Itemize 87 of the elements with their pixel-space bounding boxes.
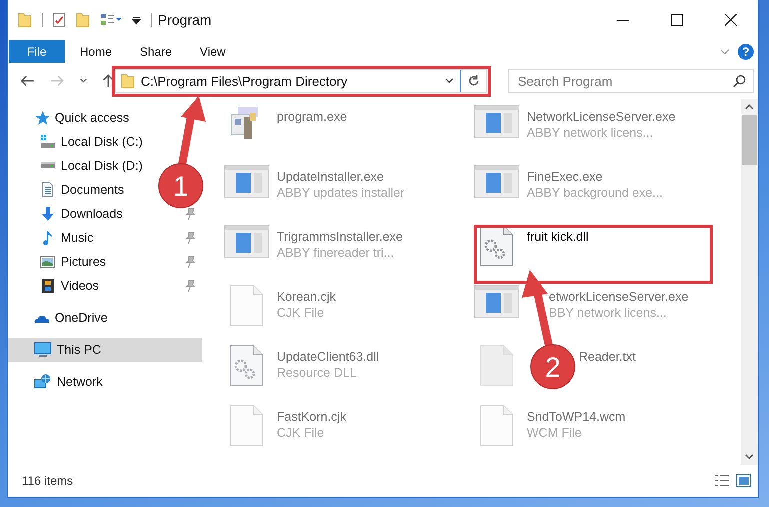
file-name[interactable]: fruit kick.dll [527, 229, 589, 245]
nav-item[interactable]: This PC [8, 338, 202, 362]
application-icon [224, 225, 270, 259]
application-icon [474, 165, 520, 199]
maximize-icon[interactable] [671, 14, 683, 26]
nav-item[interactable]: Music [8, 226, 202, 250]
drive-icon [40, 134, 56, 150]
address-bar[interactable]: C:\Program Files\Program Directory [115, 69, 487, 93]
item-count: 116 items [22, 474, 74, 488]
application-icon [224, 165, 270, 199]
file-name[interactable]: FastKorn.cjk [277, 409, 346, 425]
search-field[interactable]: Search Program [508, 69, 754, 93]
nav-item[interactable]: Local Disk (C:) [8, 130, 149, 154]
picture-icon [40, 254, 56, 270]
film-icon [40, 278, 56, 294]
scroll-down-icon[interactable] [745, 452, 754, 461]
nav-item[interactable]: Network [8, 370, 109, 394]
file-icon [230, 285, 264, 327]
properties-icon[interactable] [100, 13, 122, 27]
nav-item[interactable]: OneDrive [8, 306, 114, 330]
number-badge: 1 [158, 164, 204, 208]
drive-icon [40, 162, 56, 169]
application-icon [474, 105, 520, 139]
close-icon[interactable] [725, 14, 737, 26]
file-description: CJK File [277, 305, 326, 321]
scroll-up-icon[interactable] [745, 103, 754, 112]
pin-icon[interactable] [186, 280, 196, 292]
file-name[interactable]: etworkLicenseServer.exe [549, 289, 689, 305]
file-description: CJK File [277, 425, 326, 441]
up-icon[interactable] [102, 73, 115, 89]
recent-caret-icon[interactable] [80, 78, 88, 84]
pin-icon[interactable] [186, 208, 196, 220]
help-button[interactable]: ? [738, 44, 754, 60]
file-name[interactable]: UpdateClient63.dll [277, 349, 380, 365]
file-name[interactable]: program.exe [277, 109, 348, 125]
folder-icon [121, 73, 135, 89]
file-description: ABBY network licens... [527, 125, 654, 141]
scroll-thumb[interactable] [742, 115, 757, 165]
expand-ribbon-icon[interactable] [720, 48, 730, 54]
number-badge: 2 [530, 344, 576, 390]
pin-icon[interactable] [186, 232, 196, 244]
nav-item[interactable]: Videos [8, 274, 202, 298]
ribbon-tab[interactable]: Share [126, 40, 186, 63]
file-description: BBY network licens... [549, 305, 668, 321]
nav-item[interactable]: Pictures [8, 250, 202, 274]
file-name[interactable]: TrigrammsInstaller.exe [277, 229, 403, 245]
monitor-icon [34, 342, 52, 358]
file-description: WCM File [527, 425, 583, 441]
scrollbar[interactable] [741, 99, 758, 465]
file-name[interactable]: FineExec.exe [527, 169, 663, 185]
back-icon[interactable] [20, 74, 35, 88]
file-description: ABBY finereader tri... [277, 245, 396, 261]
ribbon-tab[interactable]: View [186, 40, 240, 63]
file-name[interactable]: NetworkLicenseServer.exe [527, 109, 676, 125]
file-description: ABBY updates installer [277, 185, 405, 201]
file-icon [230, 405, 264, 447]
application-icon [474, 285, 520, 319]
download-icon [40, 206, 56, 222]
large-icons-view-icon[interactable] [736, 474, 752, 488]
gear-file-icon [480, 225, 514, 267]
file-name[interactable]: UpdateInstaller.exe [277, 169, 405, 185]
file-name[interactable]: SndToWP14.wcm [527, 409, 626, 425]
dropdown-caret-icon[interactable] [445, 78, 454, 84]
star-icon [34, 110, 50, 126]
folder-icon [76, 12, 90, 28]
window-title: Program [158, 12, 212, 28]
gear-file-icon [230, 345, 264, 387]
ribbon-tab[interactable]: Home [66, 40, 126, 63]
file-name[interactable]: Reader.txt [579, 349, 636, 365]
checklist-icon[interactable] [53, 12, 66, 28]
file-description: Resource DLL [277, 365, 358, 381]
file-icon [480, 405, 514, 447]
search-icon[interactable] [733, 75, 746, 88]
network-icon [34, 374, 52, 390]
pin-icon[interactable] [186, 256, 196, 268]
file-name[interactable]: Korean.cjk [277, 289, 336, 305]
nav-item[interactable]: Documents [8, 178, 130, 202]
file-icon [480, 345, 514, 387]
details-view-icon[interactable] [714, 474, 730, 488]
nav-item[interactable]: Quick access [8, 106, 136, 130]
customize-caret-icon[interactable] [132, 16, 141, 24]
document-icon [40, 182, 56, 198]
folder-icon [18, 12, 32, 28]
nav-item[interactable]: Local Disk (D:) [8, 154, 149, 178]
file-description: ABBY background exe... [527, 185, 663, 201]
file-tab[interactable]: File [9, 40, 65, 63]
refresh-icon[interactable] [467, 74, 481, 88]
